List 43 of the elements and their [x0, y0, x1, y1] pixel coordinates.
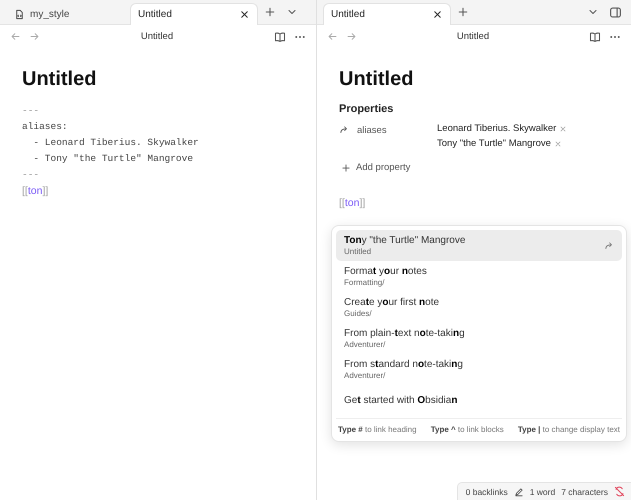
code-line: aliases: [22, 120, 69, 134]
code-line: --- [22, 104, 40, 118]
tab[interactable]: my_style [6, 3, 128, 25]
tab[interactable]: Untitled [323, 3, 451, 25]
character-count: 7 characters [561, 486, 608, 496]
property-value[interactable]: Tony "the Turtle" Mangrove [437, 138, 551, 149]
add-property-link[interactable]: Add property [356, 162, 410, 173]
enter-arrow-icon [604, 240, 614, 250]
hint-text: Type ^ to link blocks [430, 425, 504, 434]
suggestion-item[interactable]: From plain-text note-taking Adventurer/ [336, 323, 622, 354]
suggestion-item[interactable]: From standard note-taking Adventurer/ [336, 354, 622, 385]
word-count: 1 word [530, 486, 556, 496]
code-line: - Leonard Tiberius. Skywalker [32, 136, 200, 150]
code-line: --- [22, 168, 40, 182]
pencil-icon[interactable] [514, 486, 524, 496]
close-icon[interactable] [239, 9, 250, 20]
hint-text: Type # to link heading [338, 425, 417, 434]
plus-icon[interactable] [341, 162, 351, 172]
view-header-title: Untitled [140, 31, 174, 42]
note-title: Untitled [22, 68, 98, 91]
code-line: - Tony "the Turtle" Mangrove [32, 152, 194, 166]
backlinks-count[interactable]: 0 backlinks [466, 486, 508, 496]
suggestion-item[interactable]: Create your first note Guides/ [336, 292, 622, 323]
suggestion-item[interactable]: Tony "the Turtle" Mangrove Untitled [336, 230, 622, 261]
property-value[interactable]: Leonard Tiberius. Skywalker [437, 123, 556, 134]
book-icon[interactable] [274, 30, 286, 42]
sync-off-icon[interactable] [614, 486, 625, 497]
book-icon[interactable] [589, 30, 601, 42]
wiki-link[interactable]: [[ton]] [339, 195, 366, 211]
hint-text: Type | to change display text [518, 425, 620, 434]
wiki-link[interactable]: [[ton]] [22, 183, 48, 199]
remove-icon[interactable] [554, 140, 562, 148]
note-title: Untitled [339, 68, 414, 91]
remove-icon[interactable] [559, 124, 568, 132]
property-key[interactable]: aliases [357, 125, 387, 136]
suggestion-item[interactable]: Format your notes Formatting/ [336, 261, 622, 292]
close-icon[interactable] [432, 9, 443, 20]
forward-arrow-icon [339, 125, 349, 135]
tab[interactable]: Untitled [130, 3, 258, 25]
properties-heading: Properties [339, 103, 394, 115]
view-header-title: Untitled [456, 31, 490, 42]
file-icon [14, 9, 25, 20]
suggestion-item[interactable]: Get started with Obsidian [336, 385, 622, 416]
